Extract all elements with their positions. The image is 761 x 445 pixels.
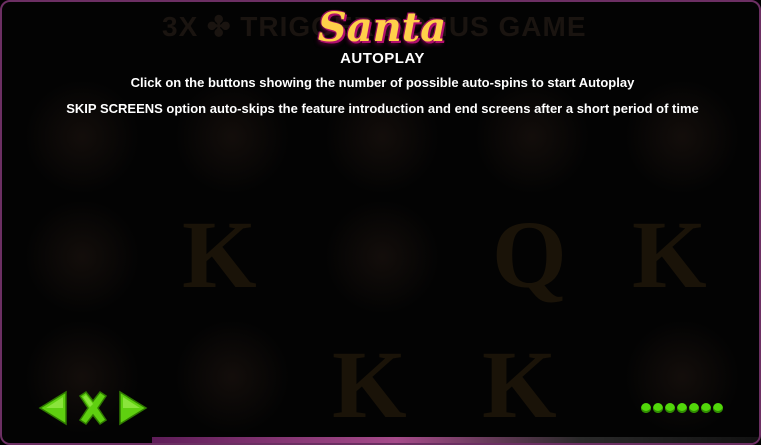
page-dot[interactable] <box>641 403 651 413</box>
previous-page-button[interactable] <box>38 390 68 426</box>
page-dot[interactable] <box>713 403 723 413</box>
game-logo: Santa <box>302 4 462 54</box>
background-symbol <box>172 82 292 192</box>
close-button[interactable] <box>76 390 110 426</box>
logo-text: Santa <box>317 4 447 51</box>
next-page-button[interactable] <box>118 390 148 426</box>
bottom-bar-edge <box>152 437 759 443</box>
background-symbol-k: K <box>632 201 707 308</box>
arrow-left-icon <box>38 390 67 426</box>
page-dot[interactable] <box>677 403 687 413</box>
skip-screens-description: SKIP SCREENS option auto-skips the featu… <box>66 101 699 116</box>
close-icon <box>78 390 108 426</box>
background-symbol <box>322 82 442 192</box>
arrow-right-icon <box>119 390 148 426</box>
background-symbol <box>322 202 442 312</box>
background-symbol <box>22 82 142 192</box>
background-reels: 3X ✤ TRIGGER BONUS GAME K Q K K K <box>2 2 759 443</box>
background-symbol <box>622 322 742 432</box>
background-symbol <box>472 82 592 192</box>
background-symbol <box>22 202 142 312</box>
page-dot[interactable] <box>653 403 663 413</box>
page-dot[interactable] <box>689 403 699 413</box>
autoplay-description: Click on the buttons showing the number … <box>130 75 635 90</box>
page-dot[interactable] <box>701 403 711 413</box>
paytable-panel: 3X ✤ TRIGGER BONUS GAME K Q K K K Santa … <box>0 0 761 445</box>
background-symbol-q: Q <box>492 201 567 308</box>
background-symbol-k: K <box>182 201 257 308</box>
page-dot[interactable] <box>665 403 675 413</box>
background-symbol-k: K <box>332 331 407 438</box>
background-symbol-k: K <box>482 331 557 438</box>
background-symbol <box>622 82 742 192</box>
background-symbol <box>172 322 292 432</box>
page-title: AUTOPLAY <box>340 50 425 67</box>
